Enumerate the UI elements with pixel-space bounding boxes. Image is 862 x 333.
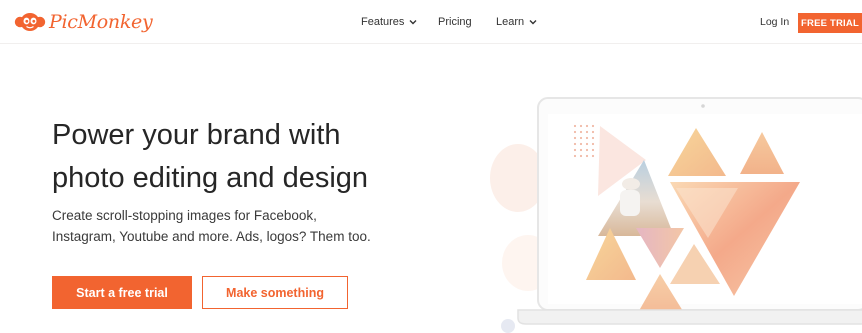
photo-figure xyxy=(620,190,640,216)
free-trial-button[interactable]: FREE TRIAL xyxy=(798,13,862,33)
nav-learn-label: Learn xyxy=(496,16,525,28)
photo-hat xyxy=(622,178,640,190)
top-nav-bar: PicMonkey Features Pricing Learn Log In … xyxy=(0,0,862,44)
nav-features-label: Features xyxy=(361,16,405,28)
laptop-base xyxy=(517,309,862,325)
nav-pricing-label: Pricing xyxy=(438,16,472,28)
hero-subtitle-line2: Instagram, Youtube and more. Ads, logos?… xyxy=(52,229,371,244)
nav-learn[interactable]: Learn xyxy=(496,0,537,44)
hero-headline: Power your brand with photo editing and … xyxy=(52,114,472,200)
laptop-camera xyxy=(701,104,705,108)
nav-features[interactable]: Features xyxy=(361,0,417,44)
blur-blob xyxy=(501,319,515,333)
hero-subtitle: Create scroll-stopping images for Facebo… xyxy=(52,205,392,247)
hero-headline-line1: Power your brand with xyxy=(52,119,341,151)
picmonkey-logo[interactable]: PicMonkey xyxy=(14,9,153,35)
chevron-down-icon xyxy=(409,20,417,25)
hero-headline-line2: photo editing and design xyxy=(52,162,369,194)
laptop-collage-illustration xyxy=(490,97,862,333)
nav-pricing[interactable]: Pricing xyxy=(438,0,472,44)
monkey-face-icon xyxy=(14,13,46,31)
start-free-trial-button[interactable]: Start a free trial xyxy=(52,276,192,309)
hero-subtitle-line1: Create scroll-stopping images for Facebo… xyxy=(52,208,317,223)
login-link[interactable]: Log In xyxy=(760,0,789,44)
chevron-down-icon xyxy=(529,20,537,25)
logo-wordmark: PicMonkey xyxy=(49,11,153,33)
make-something-button[interactable]: Make something xyxy=(202,276,348,309)
